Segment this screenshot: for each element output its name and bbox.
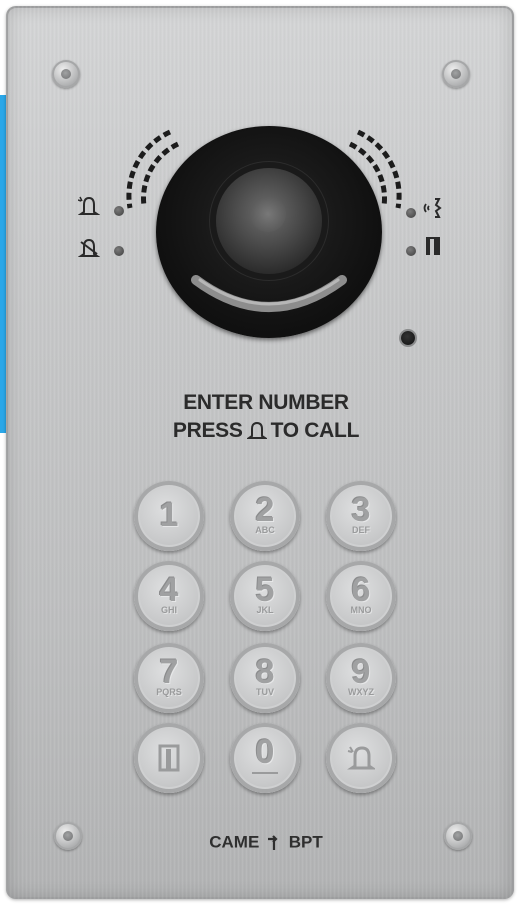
key-9[interactable]: 9 WXYZ [326,643,396,713]
key-7[interactable]: 7 PQRS [134,643,204,713]
bell-icon [246,421,267,439]
key-3-letters: DEF [352,525,370,535]
key-2[interactable]: 2 ABC [230,481,300,551]
status-led-busy [114,246,124,256]
key-1-digit: 1 [159,496,179,534]
brand-came: CAME [209,832,260,852]
microphone-hole [401,331,415,345]
intercom-panel: ENTER NUMBER PRESS TO CALL 1 2 ABC 3 DEF… [6,6,514,899]
key-5[interactable]: 5 JKL [230,561,300,631]
speaking-icon [423,198,442,218]
key-2-letters: ABC [255,525,275,535]
key-7-letters: PQRS [156,687,182,697]
key-0-underline [252,772,278,774]
key-9-letters: WXYZ [348,687,374,697]
key-8-letters: TUV [256,687,274,697]
key-6[interactable]: 6 MNO [326,561,396,631]
key-5-letters: JKL [256,605,274,615]
camera-housing [156,126,382,338]
instruction-press-text: PRESS [172,419,243,442]
call-bell-icon [347,746,375,770]
screw-top-right [442,60,470,88]
key-4[interactable]: 4 GHI [134,561,204,631]
arrow-logo-icon [268,834,278,850]
key-1[interactable]: 1 [134,481,204,551]
key-6-letters: MNO [350,605,372,615]
instruction-line-1: ENTER NUMBER [183,391,349,414]
key-call[interactable] [326,723,396,793]
screw-top-left [52,60,80,88]
status-led-speak [406,208,416,218]
key-0[interactable]: 0 [230,723,300,793]
led-light-ring [191,275,347,312]
brand-logo: CAME BPT [6,832,514,853]
door-open-icon [426,237,440,255]
key-0-digit: 0 [255,733,275,771]
key-3[interactable]: 3 DEF [326,481,396,551]
muted-bell-icon [78,238,100,257]
key-8[interactable]: 8 TUV [230,643,300,713]
key-door[interactable] [134,723,204,793]
door-icon [158,744,180,772]
camera-lens [216,168,322,274]
key-4-letters: GHI [160,605,177,615]
call-bell-icon [78,196,100,215]
status-led-door [406,246,416,256]
brand-bpt: BPT [288,832,323,852]
instruction-line-2: PRESS TO CALL [6,419,514,443]
instruction-to-call-text: TO CALL [270,419,360,442]
status-led-call [114,206,124,216]
